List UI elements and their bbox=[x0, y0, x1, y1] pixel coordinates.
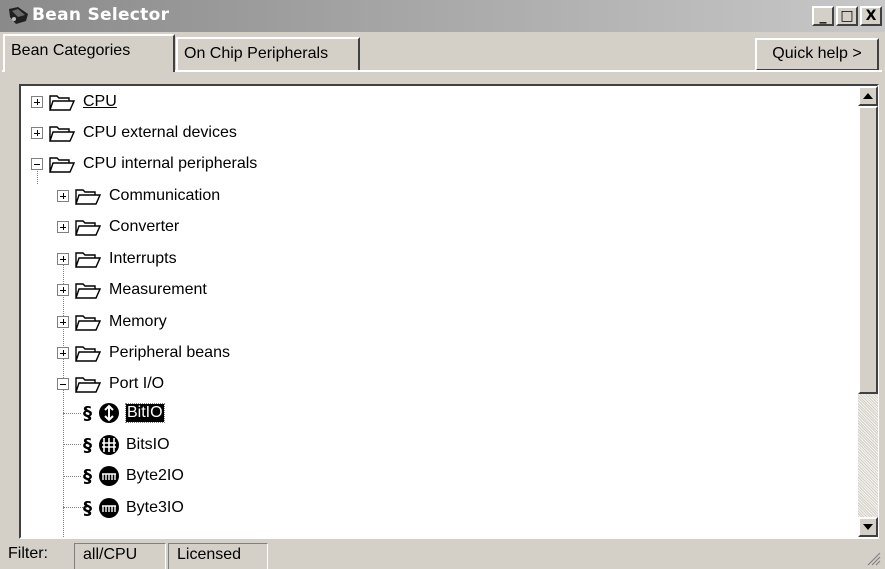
tree-item-memory[interactable]: Memory bbox=[57, 307, 167, 337]
tree-item-label: CPU external devices bbox=[83, 124, 237, 141]
bit-io-bean-icon bbox=[99, 403, 119, 423]
expand-icon[interactable] bbox=[57, 221, 69, 233]
tree-item-label: CPU bbox=[83, 93, 117, 110]
tree-item-converter[interactable]: Converter bbox=[57, 212, 179, 242]
tree-item-label: Peripheral beans bbox=[109, 344, 230, 361]
collapse-icon[interactable] bbox=[31, 158, 43, 170]
tree-item-peripheral-beans[interactable]: Peripheral beans bbox=[57, 338, 230, 368]
tree-connector bbox=[63, 444, 81, 445]
byte-io-bean-icon bbox=[99, 466, 119, 486]
folder-icon bbox=[75, 220, 101, 236]
tree-item-byte2io[interactable]: § Byte2IO bbox=[83, 461, 184, 491]
status-bar: Filter: all/CPU Licensed bbox=[0, 540, 885, 569]
folder-icon bbox=[75, 189, 101, 205]
vertical-scrollbar[interactable] bbox=[858, 86, 878, 537]
folder-icon bbox=[75, 283, 101, 299]
expand-icon[interactable] bbox=[57, 316, 69, 328]
collapse-icon[interactable] bbox=[57, 378, 69, 390]
tree-item-label: Byte3IO bbox=[126, 499, 184, 516]
scroll-up-button[interactable] bbox=[858, 86, 878, 106]
section-icon: § bbox=[83, 465, 92, 487]
tree-item-bitio[interactable]: § BitIO bbox=[83, 398, 165, 428]
tree-item-port-io[interactable]: Port I/O bbox=[57, 369, 164, 399]
section-icon: § bbox=[83, 497, 92, 519]
scroll-thumb[interactable] bbox=[858, 106, 878, 394]
folder-icon bbox=[75, 252, 101, 268]
tree-item-cpu-internal-peripherals[interactable]: CPU internal peripherals bbox=[31, 149, 257, 179]
tree-item-label: Memory bbox=[109, 313, 167, 330]
bits-io-bean-icon bbox=[99, 435, 119, 455]
tree-connector bbox=[63, 384, 64, 537]
expand-icon[interactable] bbox=[31, 127, 43, 139]
tree-item-label: Converter bbox=[109, 218, 180, 235]
bean-app-icon bbox=[9, 7, 28, 24]
filter-label: Filter: bbox=[8, 545, 48, 562]
tree-item-label: BitsIO bbox=[126, 436, 170, 453]
section-icon: § bbox=[83, 434, 92, 456]
arrow-up-icon bbox=[863, 93, 873, 99]
tree-item-measurement[interactable]: Measurement bbox=[57, 275, 207, 305]
tree-item-label: Interrupts bbox=[109, 250, 177, 267]
arrow-down-icon bbox=[863, 524, 873, 530]
tree-item-communication[interactable]: Communication bbox=[57, 181, 220, 211]
tab-on-chip-peripherals[interactable]: On Chip Peripherals bbox=[176, 37, 360, 70]
tree-item-label: Byte2IO bbox=[126, 467, 184, 484]
tree-connector bbox=[63, 413, 81, 414]
expand-icon[interactable] bbox=[57, 190, 69, 202]
tree-item-label: Measurement bbox=[109, 281, 207, 298]
title-bar[interactable]: Bean Selector _ □ X bbox=[0, 0, 885, 32]
tab-bean-categories[interactable]: Bean Categories bbox=[3, 34, 175, 72]
folder-icon bbox=[49, 95, 75, 111]
section-icon: § bbox=[83, 402, 92, 424]
tree-item-bitsio[interactable]: § BitsIO bbox=[83, 430, 170, 460]
filter-value[interactable]: all/CPU bbox=[74, 543, 166, 569]
maximize-button[interactable]: □ bbox=[836, 6, 858, 26]
tree-item-label: Communication bbox=[109, 187, 221, 204]
tree-item-label: Port I/O bbox=[109, 375, 165, 392]
expand-icon[interactable] bbox=[57, 347, 69, 359]
minimize-button[interactable]: _ bbox=[812, 6, 834, 26]
expand-icon[interactable] bbox=[31, 96, 43, 108]
close-button[interactable]: X bbox=[860, 6, 882, 26]
folder-icon bbox=[75, 315, 101, 331]
tree-item-interrupts[interactable]: Interrupts bbox=[57, 244, 177, 274]
scroll-down-button[interactable] bbox=[858, 517, 878, 537]
tree-item-cpu-external-devices[interactable]: CPU external devices bbox=[31, 118, 237, 148]
window-title: Bean Selector bbox=[32, 5, 170, 25]
expand-icon[interactable] bbox=[57, 284, 69, 296]
license-status: Licensed bbox=[168, 543, 268, 569]
tree-item-cpu[interactable]: CPU bbox=[31, 87, 117, 117]
folder-icon bbox=[75, 346, 101, 362]
tree-connector bbox=[63, 476, 81, 477]
expand-icon[interactable] bbox=[57, 253, 69, 265]
byte-io-bean-icon bbox=[99, 498, 119, 518]
tree-item-label: BitIO bbox=[125, 403, 165, 423]
tree-item-byte3io[interactable]: § Byte3IO bbox=[83, 493, 184, 523]
folder-icon bbox=[75, 377, 101, 393]
quick-help-button[interactable]: Quick help > bbox=[755, 38, 879, 71]
tree-item-label: CPU internal peripherals bbox=[83, 155, 258, 172]
resize-grip-icon[interactable] bbox=[867, 552, 881, 566]
folder-icon bbox=[49, 157, 75, 173]
bean-category-tree[interactable]: CPU CPU external devices CPU internal pe… bbox=[19, 84, 879, 539]
folder-icon bbox=[49, 126, 75, 142]
bean-selector-window: Bean Selector _ □ X Bean Categories On C… bbox=[0, 0, 885, 569]
